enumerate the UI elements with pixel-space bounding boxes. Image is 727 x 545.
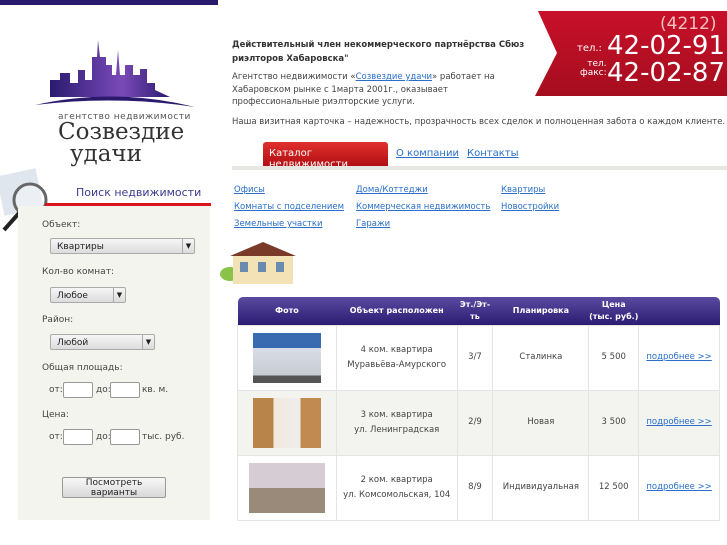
details-link[interactable]: подробнее >>	[646, 482, 711, 492]
district-select[interactable]: Любой ▼	[50, 334, 155, 350]
table-row: 4 ком. квартира Муравьёва-Амурского 3/7 С…	[237, 324, 720, 391]
table-row: 3 ком. квартира ул. Ленинградская 2/9 Нов…	[237, 389, 720, 456]
floor-cell: 2/9	[456, 389, 494, 456]
district-label: Район:	[42, 315, 74, 325]
price-label: Цена:	[42, 410, 69, 420]
area-to-input[interactable]	[110, 382, 140, 398]
tel-label: тел.:	[577, 43, 602, 54]
category-link[interactable]: Коммерческая недвижимость	[356, 202, 490, 212]
category-link[interactable]: Квартиры	[501, 185, 545, 195]
details-link[interactable]: подробнее >>	[646, 417, 711, 427]
fax-number: 42-02-87	[607, 58, 726, 88]
object-type: 3 ком. квартира	[360, 409, 433, 420]
fax-label: тел. факс:	[580, 60, 607, 78]
tab-catalog[interactable]: Каталог недвижимости	[263, 142, 388, 170]
search-title: Поиск недвижимости	[76, 186, 202, 199]
plan-cell: Индивидуальная	[492, 454, 590, 521]
company-link[interactable]: Созвездие удачи	[356, 72, 432, 82]
area-from-label: от:	[49, 385, 63, 395]
rooms-select[interactable]: Любое ▼	[50, 287, 126, 303]
object-address: Муравьёва-Амурского	[347, 359, 447, 370]
district-value: Любой	[57, 338, 89, 348]
price-to-input[interactable]	[110, 429, 140, 445]
object-select[interactable]: Квартиры ▼	[50, 238, 195, 254]
membership-text: Действительный член некоммерческого парт…	[232, 40, 525, 64]
table-header: Фото Объект расположен Эт./Эт-ть Планиро…	[237, 297, 720, 325]
logo-name: Созвездие удачи	[58, 121, 184, 167]
logo-name-2: удачи	[70, 141, 142, 167]
col-plan: Планировка	[492, 297, 589, 325]
object-type: 2 ком. квартира	[360, 474, 433, 485]
listing-photo[interactable]	[248, 462, 325, 513]
category-link[interactable]: Офисы	[234, 185, 265, 195]
object-address: ул. Ленинградская	[354, 424, 440, 435]
floor-cell: 8/9	[456, 454, 494, 521]
city-skyline-icon	[35, 40, 195, 107]
price-cell: 3 500	[588, 389, 640, 456]
category-link[interactable]: Гаражи	[356, 219, 390, 229]
listing-photo[interactable]	[252, 397, 321, 448]
intro-paragraph: Агентство недвижимости «Созвездие удачи»…	[232, 71, 537, 109]
chevron-down-icon: ▼	[182, 239, 194, 253]
price-cell: 12 500	[588, 454, 640, 521]
chevron-down-icon: ▼	[142, 335, 154, 349]
phone-banner: (4212) тел.: 42-02-91 тел. факс: 42-02-87	[535, 8, 727, 98]
rooms-label: Кол-во комнат:	[42, 267, 114, 277]
logo[interactable]: агентство недвижимости Созвездие удачи	[30, 35, 200, 166]
listings-table: Фото Объект расположен Эт./Эт-ть Планиро…	[237, 297, 720, 521]
object-cell: 4 ком. квартира Муравьёва-Амурского	[335, 324, 458, 391]
plan-cell: Новая	[492, 389, 590, 456]
floor-cell: 3/7	[456, 324, 494, 391]
area-to-label: до:	[96, 385, 111, 395]
rooms-value: Любое	[57, 291, 88, 301]
top-bar	[0, 0, 218, 5]
col-price: Цена (тыс. руб.)	[588, 297, 639, 325]
object-type: 4 ком. квартира	[360, 344, 433, 355]
plan-cell: Сталинка	[492, 324, 590, 391]
col-photo: Фото	[237, 297, 337, 325]
area-unit: кв. м.	[142, 385, 169, 395]
price-from-label: от:	[49, 432, 63, 442]
category-link[interactable]: Дома/Коттеджи	[356, 185, 428, 195]
chevron-down-icon: ▼	[113, 288, 125, 302]
slogan-text: Наша визитная карточка – надежность, про…	[232, 117, 726, 127]
tel-number: 42-02-91	[607, 31, 726, 61]
area-from-input[interactable]	[63, 382, 93, 398]
fax-label-2: факс:	[580, 68, 607, 78]
price-cell: 5 500	[588, 324, 640, 391]
table-row: 2 ком. квартира ул. Комсомольская, 104 8/…	[237, 454, 720, 521]
object-value: Квартиры	[57, 242, 104, 252]
price-to-label: до:	[96, 432, 111, 442]
listing-photo[interactable]	[252, 332, 321, 383]
intro-text-1: Агентство недвижимости «	[232, 72, 356, 82]
category-link[interactable]: Комнаты с подселением	[234, 202, 344, 212]
price-unit: тыс. руб.	[142, 432, 185, 442]
object-address: ул. Комсомольская, 104	[343, 489, 451, 500]
object-label: Объект:	[42, 220, 81, 230]
category-link[interactable]: Земельные участки	[234, 219, 323, 229]
category-link[interactable]: Новостройки	[501, 202, 559, 212]
col-floor: Эт./Эт-ть	[457, 297, 493, 325]
tab-about[interactable]: О компании	[396, 148, 459, 159]
search-submit-button[interactable]: Посмотреть варианты	[62, 477, 166, 498]
tab-underline	[232, 166, 727, 170]
price-from-input[interactable]	[63, 429, 93, 445]
house-icon	[220, 242, 296, 284]
col-object: Объект расположен	[336, 297, 458, 325]
details-link[interactable]: подробнее >>	[646, 352, 711, 362]
tab-contacts[interactable]: Контакты	[467, 148, 518, 159]
col-link	[638, 297, 720, 325]
object-cell: 3 ком. квартира ул. Ленинградская	[335, 389, 458, 456]
object-cell: 2 ком. квартира ул. Комсомольская, 104	[335, 454, 458, 521]
area-label: Общая площадь:	[42, 363, 123, 373]
